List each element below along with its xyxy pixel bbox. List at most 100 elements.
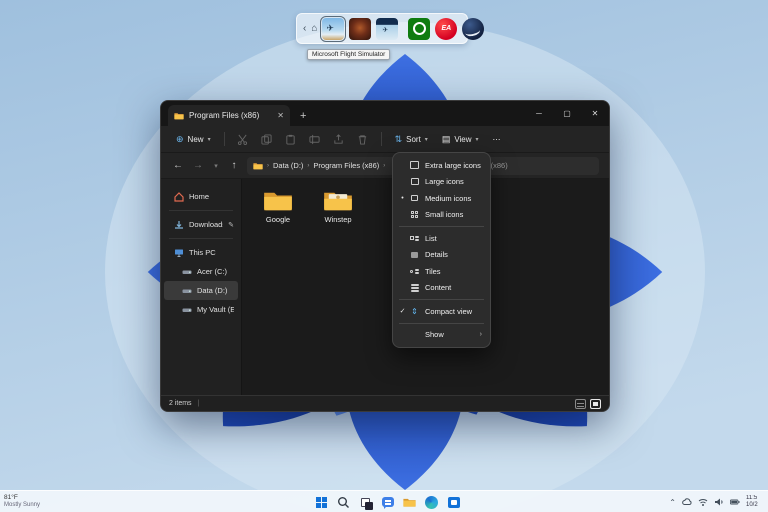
sidebar-item-downloads[interactable]: Downloads ✎ [164,215,238,234]
breadcrumb-current[interactable]: Program Files (x86) [313,161,379,170]
sidebar-item-my-vault-e[interactable]: My Vault (E:) [164,300,238,319]
folder-icon [174,112,184,120]
monitor-icon [174,248,184,258]
microsoft-flight-simulator-icon[interactable]: ✈ [322,18,344,40]
battery-icon[interactable] [730,497,740,507]
drive-icon [182,286,192,296]
search-icon [337,496,350,509]
file-name: Google [266,215,290,224]
status-divider: | [198,400,200,407]
folder-icon [323,189,353,213]
sidebar-item-acer-c[interactable]: Acer (C:) [164,262,238,281]
sort-button[interactable]: ⇅ Sort ▾ [390,132,433,147]
minimize-button[interactable]: ─ [525,101,553,126]
plane-glyph-icon: ✈ [382,26,388,34]
dock-collapse-chevron-icon[interactable]: ‹ [303,24,306,34]
windows-logo-icon [316,497,327,508]
store-button[interactable] [446,495,461,510]
system-tray: ⌃ 11:5 10/2 [669,491,768,512]
chevron-down-icon: ▾ [425,136,428,143]
share-button[interactable] [329,130,349,148]
search-button[interactable] [336,495,351,510]
address-bar: ← → ▾ ↑ › Data (D:) › Program Files (x86… [161,153,609,179]
wifi-icon[interactable] [698,497,708,507]
forward-button[interactable]: → [191,160,205,171]
pin-icon: ✎ [228,221,234,229]
check-icon: ✓ [397,307,408,315]
home-icon [174,192,184,202]
folder-winstep[interactable]: Winstep [316,189,360,224]
tray-chevron-up-icon[interactable]: ⌃ [669,498,676,507]
weather-widget[interactable]: 81°F Mostly Sunny [0,494,40,508]
ellipsis-icon: ⋯ [493,135,501,144]
paste-button[interactable] [281,130,301,148]
sidebar-item-home[interactable]: Home [164,187,238,206]
breadcrumb-root[interactable]: Data (D:) [273,161,303,170]
sidebar-item-this-pc[interactable]: This PC [164,243,238,262]
tiles-icon [408,269,421,274]
tab-close-icon[interactable]: ✕ [277,111,284,120]
menu-item-extra-large-icons[interactable]: Extra large icons [393,157,490,174]
list-icon [408,236,421,241]
file-explorer-button[interactable] [402,495,417,510]
menu-item-content[interactable]: Content [393,280,490,297]
taskbar-center-icons [314,491,461,512]
view-button[interactable]: ▤ View ▾ [437,132,484,147]
xbox-icon[interactable] [408,18,430,40]
start-button[interactable] [314,495,329,510]
ea-icon[interactable]: EA [435,18,457,40]
rename-button[interactable] [305,130,325,148]
copy-button[interactable] [257,130,277,148]
compact-view-icon: ⇕ [408,307,421,316]
more-options-button[interactable]: ⋯ [488,132,506,147]
recent-locations-chevron-icon[interactable]: ▾ [211,162,221,170]
menu-item-large-icons[interactable]: Large icons [393,174,490,191]
details-view-toggle-icon[interactable] [575,399,586,409]
breadcrumb-chevron-icon: › [267,163,269,169]
dock-tooltip: Microsoft Flight Simulator [307,49,390,60]
game-art-icon[interactable] [349,18,371,40]
chevron-down-icon: ▾ [476,136,479,143]
cut-button[interactable] [233,130,253,148]
dock-home-icon[interactable]: ⌂ [311,24,317,34]
menu-item-compact-view[interactable]: ✓ ⇕ Compact view [393,303,490,320]
content-icon [408,284,421,292]
close-button[interactable]: ✕ [581,101,609,126]
breadcrumb-chevron-icon: › [383,163,385,169]
task-view-button[interactable] [358,495,373,510]
folder-icon [263,189,293,213]
menu-item-tiles[interactable]: Tiles [393,263,490,280]
menu-item-medium-icons[interactable]: • Medium icons [393,190,490,207]
window-controls: ─ ▢ ✕ [525,101,609,126]
steam-icon[interactable] [462,18,484,40]
menu-divider [399,299,484,300]
sort-label: Sort [406,135,421,144]
sidebar-divider [169,238,233,239]
sidebar-item-data-d[interactable]: Data (D:) [164,281,238,300]
new-tab-button[interactable]: + [300,110,306,122]
delete-button[interactable] [353,130,373,148]
folder-google[interactable]: Google [256,189,300,224]
microsoft-store-icon [448,497,460,508]
onedrive-cloud-icon[interactable] [682,497,692,507]
edge-button[interactable] [424,495,439,510]
up-button[interactable]: ↑ [227,160,241,171]
clock-date: 10/2 [746,502,768,509]
tab-program-files[interactable]: Program Files (x86) ✕ [168,105,290,126]
chat-button[interactable] [380,495,395,510]
app-dock: ‹ ⌂ ✈ ✈ EA [296,13,468,44]
menu-item-details[interactable]: Details [393,247,490,264]
clock[interactable]: 11:5 10/2 [746,495,768,508]
menu-item-small-icons[interactable]: Small icons [393,207,490,224]
menu-item-list[interactable]: List [393,230,490,247]
new-button[interactable]: ⊕ New ▾ [171,132,216,147]
flight-sim-deluxe-icon[interactable]: ✈ [376,18,398,40]
large-icons-view-toggle-icon[interactable] [590,399,601,409]
speaker-icon[interactable] [714,497,724,507]
menu-item-show[interactable]: Show › [393,327,490,344]
back-button[interactable]: ← [171,160,185,171]
maximize-button[interactable]: ▢ [553,101,581,126]
command-bar: ⊕ New ▾ ⇅ Sort ▾ ▤ View ▾ ⋯ [161,126,609,153]
breadcrumb[interactable]: › Data (D:) › Program Files (x86) › ▾ [247,157,403,175]
file-explorer-window: Program Files (x86) ✕ + ─ ▢ ✕ ⊕ New ▾ ⇅ … [160,100,610,412]
